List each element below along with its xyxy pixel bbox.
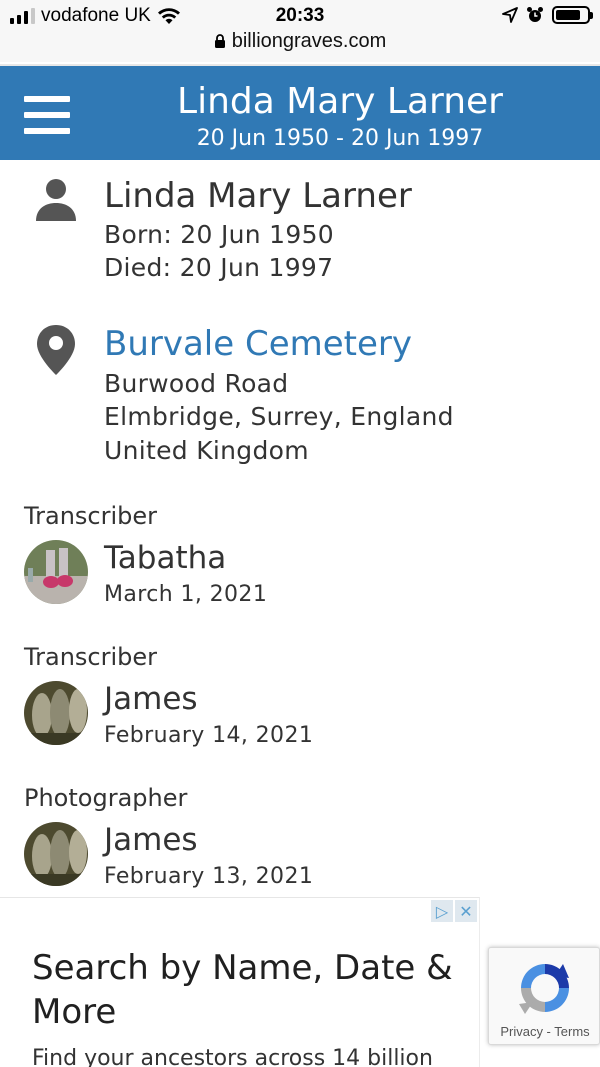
avatar[interactable] — [24, 822, 88, 886]
contributor-date: February 13, 2021 — [104, 864, 314, 889]
recaptcha-icon — [519, 964, 569, 1014]
cemetery-address-line3: United Kingdom — [104, 436, 309, 465]
contributor-role: Photographer — [24, 784, 188, 812]
avatar[interactable] — [24, 540, 88, 604]
page-header: Linda Mary Larner 20 Jun 1950 - 20 Jun 1… — [0, 64, 600, 160]
contributor-name[interactable]: James — [104, 822, 198, 858]
born-date: Born: 20 Jun 1950 — [104, 220, 334, 249]
ad-close-icon[interactable]: ✕ — [455, 900, 477, 922]
recaptcha-badge[interactable]: Privacy - Terms — [488, 947, 600, 1045]
contributor-date: March 1, 2021 — [104, 582, 268, 607]
avatar[interactable] — [24, 681, 88, 745]
ad-body: Find your ancestors across 14 billion — [32, 1046, 433, 1067]
status-right-group — [502, 6, 593, 24]
header-title: Linda Mary Larner — [177, 81, 503, 122]
map-pin-icon — [37, 325, 75, 375]
contributor-role: Transcriber — [24, 502, 158, 530]
url-text: billiongraves.com — [231, 30, 387, 52]
contributor-name[interactable]: James — [104, 681, 198, 717]
ad-headline[interactable]: Search by Name, Date & More — [32, 946, 472, 1034]
lock-icon — [214, 34, 225, 48]
adchoices-icon[interactable]: ▷ — [431, 900, 453, 922]
header-dates: 20 Jun 1950 - 20 Jun 1997 — [196, 126, 484, 151]
contributor-name[interactable]: Tabatha — [104, 540, 226, 576]
ad-controls: ▷ ✕ — [431, 900, 477, 922]
battery-icon — [552, 6, 593, 24]
status-bar: vodafone UK 20:33 billiongraves.com — [0, 0, 600, 62]
contributor-date: February 14, 2021 — [104, 723, 314, 748]
cemetery-address-line2: Elmbridge, Surrey, England — [104, 402, 454, 431]
recaptcha-links[interactable]: Privacy - Terms — [489, 1024, 600, 1039]
contributor-role: Transcriber — [24, 643, 158, 671]
alarm-icon — [527, 7, 543, 22]
hamburger-menu-icon[interactable] — [24, 96, 70, 136]
location-arrow-icon — [502, 7, 518, 23]
person-icon — [36, 179, 76, 221]
address-bar[interactable]: billiongraves.com — [0, 30, 600, 53]
ad-banner[interactable]: ▷ ✕ Search by Name, Date & More Find you… — [0, 897, 480, 1067]
died-date: Died: 20 Jun 1997 — [104, 253, 334, 282]
cemetery-address-line1: Burwood Road — [104, 369, 289, 398]
person-name: Linda Mary Larner — [104, 176, 412, 216]
cemetery-link[interactable]: Burvale Cemetery — [104, 324, 412, 364]
